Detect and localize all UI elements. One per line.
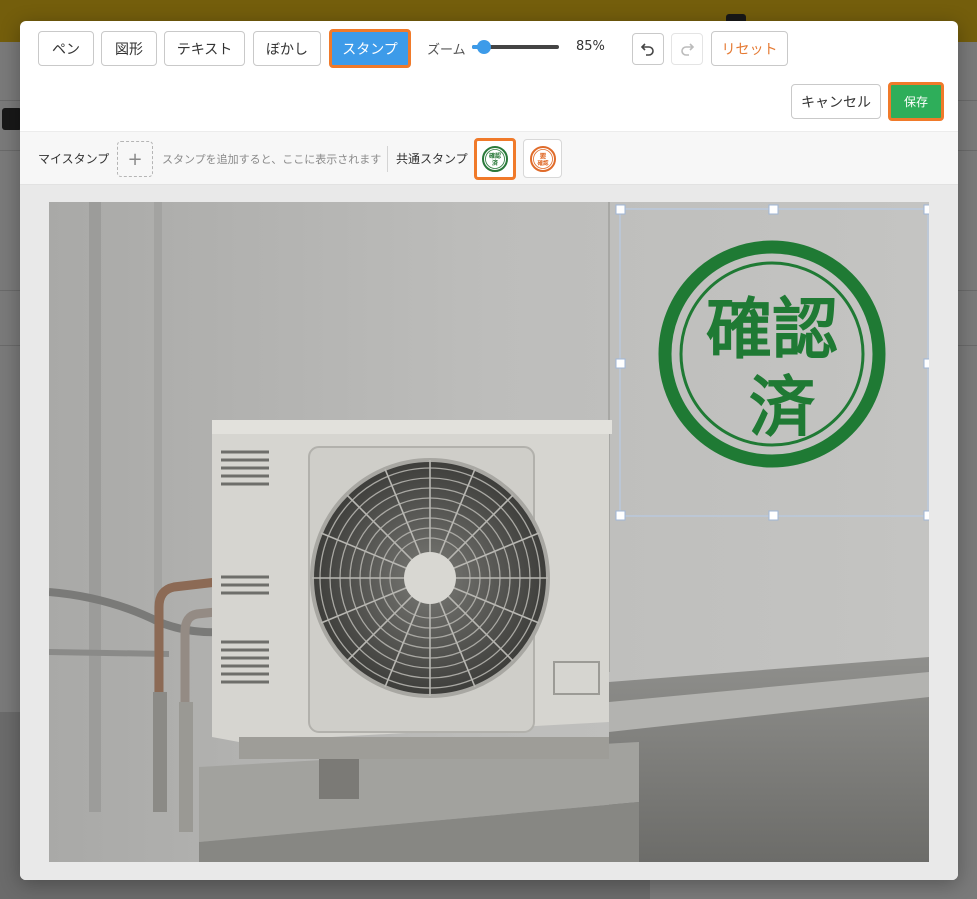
- stamp-option-needs-check[interactable]: 要 確認: [523, 139, 562, 178]
- tool-blur-button[interactable]: ぼかし: [253, 31, 321, 66]
- zoom-slider[interactable]: [472, 40, 559, 54]
- svg-text:済: 済: [492, 159, 499, 167]
- tool-text-button[interactable]: テキスト: [164, 31, 245, 66]
- tool-stamp-button[interactable]: スタンプ: [329, 29, 411, 68]
- image-editor-dialog: ペン 図形 テキスト ぼかし スタンプ ズーム 85% リセット キャンセル 保…: [20, 21, 958, 880]
- add-stamp-button[interactable]: +: [117, 141, 153, 177]
- undo-button[interactable]: [632, 33, 664, 65]
- undo-icon: [640, 43, 654, 56]
- save-button[interactable]: 保存: [888, 82, 944, 121]
- cancel-button[interactable]: キャンセル: [791, 84, 881, 119]
- common-stamps-label: 共通スタンプ: [396, 152, 468, 166]
- redo-icon: [681, 43, 695, 56]
- confirmed-stamp-icon: 確認 済: [482, 146, 508, 172]
- svg-text:確認: 確認: [489, 152, 501, 160]
- tool-pen-button[interactable]: ペン: [38, 31, 94, 66]
- plus-icon: +: [127, 148, 143, 170]
- stamp-text-line-1: 確認: [706, 291, 838, 368]
- air-conditioner-outdoor-unit: [212, 420, 612, 799]
- zoom-value: 85%: [576, 39, 605, 54]
- stamp-text-line-2: 済: [749, 369, 816, 446]
- svg-text:要: 要: [539, 151, 546, 160]
- tool-shape-button[interactable]: 図形: [101, 31, 157, 66]
- zoom-slider-thumb[interactable]: [477, 40, 491, 54]
- redo-button[interactable]: [671, 33, 703, 65]
- editor-canvas-area: 確認 済: [20, 185, 958, 880]
- needs-check-stamp-icon: 要 確認: [529, 145, 556, 172]
- my-stamps-hint: スタンプを追加すると、ここに表示されます: [162, 153, 382, 166]
- reset-button[interactable]: リセット: [711, 31, 788, 66]
- stamp-palette: マイスタンプ + スタンプを追加すると、ここに表示されます 共通スタンプ 確認 …: [20, 131, 958, 185]
- svg-text:確認: 確認: [537, 159, 549, 167]
- zoom-label: ズーム: [427, 43, 466, 58]
- stamp-option-confirmed[interactable]: 確認 済: [474, 138, 516, 180]
- edit-canvas[interactable]: 確認 済: [49, 202, 929, 862]
- my-stamps-label: マイスタンプ: [38, 152, 110, 166]
